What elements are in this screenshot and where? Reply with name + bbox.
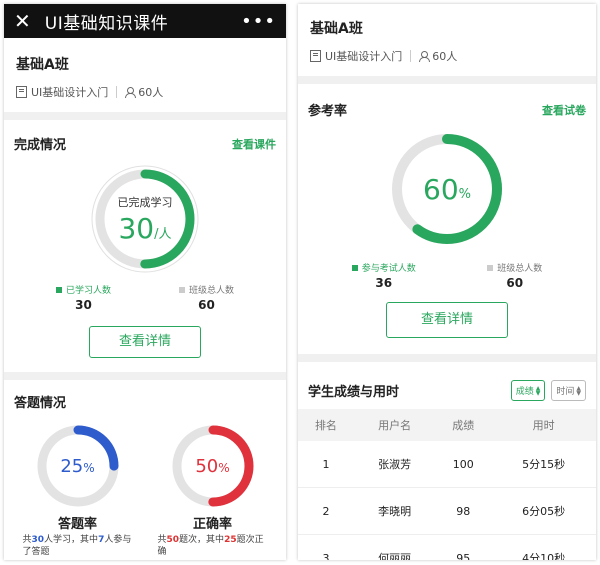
exam-takers-label: 参与考试人数	[361, 264, 416, 274]
cell-time: 6分05秒	[491, 487, 596, 535]
course-name: UI基础设计入门	[31, 86, 109, 99]
cell-time: 4分10秒	[491, 534, 596, 560]
cell-score: 100	[435, 441, 492, 488]
completion-ring: 已完成学习 30/人	[89, 163, 201, 275]
studied-stat: 已学习人数 30	[55, 283, 111, 312]
people-count: 60人	[138, 86, 164, 99]
answer-rate-ring: 25%	[35, 423, 121, 509]
ring-value: 30	[118, 211, 155, 245]
section-gap	[298, 76, 596, 84]
page-title: UI基础知识课件	[44, 13, 169, 34]
total-stat: 班级总人数 60	[487, 261, 542, 290]
scores-table: 排名 用户名 成绩 用时 1 张淑芳 100 5分15秒 2 李晓明 98 6分…	[298, 409, 596, 560]
cell-rank: 2	[298, 487, 354, 535]
sort-by-score-button[interactable]: 成绩 ▲ ▼	[510, 380, 546, 401]
cell-username: 李晓明	[353, 487, 436, 535]
close-icon[interactable]: ✕	[14, 11, 31, 31]
user-icon	[419, 50, 431, 62]
col-score: 成绩	[435, 409, 492, 441]
cell-score: 95	[435, 534, 492, 560]
divider	[116, 86, 118, 98]
book-icon	[310, 50, 321, 62]
answers-heading: 答题情况	[14, 396, 67, 411]
answer-rate-desc: 共30人学习，其中7人参与了答题	[22, 535, 132, 557]
answers-section: 答题情况 25% 答题率 共30人学习，其中7人参与了答题 50 % 正确率 共…	[4, 380, 286, 558]
user-icon	[125, 86, 137, 98]
ring-unit: /人	[154, 226, 172, 242]
people-count: 60人	[432, 50, 458, 63]
legend-square	[487, 264, 494, 271]
correct-rate: 50% 正确率 共50题次，其中25题次正确	[154, 423, 272, 558]
studied-value: 30	[75, 298, 92, 312]
total-stat: 班级总人数 60	[178, 283, 234, 312]
total-value: 60	[506, 276, 524, 290]
sort-arrows-icon: ▲ ▼	[576, 384, 581, 397]
cell-username: 何丽丽	[353, 534, 436, 560]
table-row[interactable]: 2 李晓明 98 6分05秒	[298, 487, 596, 535]
sort-score-label: 成绩	[515, 387, 534, 397]
correct-rate-ring: 50%	[170, 423, 256, 509]
answer-rate: 25% 答题率 共30人学习，其中7人参与了答题	[19, 423, 137, 558]
studied-label: 已学习人数	[65, 286, 111, 296]
cell-username: 张淑芳	[353, 441, 436, 488]
book-icon	[16, 86, 27, 98]
cell-rank: 3	[298, 534, 354, 560]
col-rank: 排名	[298, 409, 354, 441]
participation-value: 60	[423, 172, 459, 206]
exam-takers-stat: 参与考试人数 36	[351, 261, 416, 290]
exam-takers-value: 36	[375, 276, 393, 290]
total-label: 班级总人数	[188, 286, 234, 296]
cell-time: 5分15秒	[491, 441, 596, 488]
answer-rate-caption: 答题率	[57, 517, 97, 532]
more-icon[interactable]: •••	[241, 11, 276, 32]
table-header-row: 排名 用户名 成绩 用时	[298, 409, 596, 441]
view-exam-link[interactable]: 查看试卷	[542, 102, 586, 118]
left-screen: ✕ UI基础知识课件 ••• 基础A班 UI基础设计入门 60人 完成情况 查看…	[4, 4, 286, 560]
correct-rate-unit: %	[218, 461, 230, 475]
divider	[410, 50, 412, 62]
class-name: 基础A班	[310, 21, 363, 37]
col-time: 用时	[491, 409, 596, 441]
sort-time-label: 时间	[556, 387, 575, 397]
participation-section: 参考率 查看试卷 60% 参与考试人数 36 班级总人数 60 查看详情	[298, 84, 596, 338]
sort-arrows-icon: ▲ ▼	[535, 384, 541, 397]
scores-heading: 学生成绩与用时	[308, 385, 400, 400]
participation-ring: 60%	[385, 127, 509, 251]
correct-rate-value: 50	[195, 455, 219, 477]
legend-square	[55, 286, 62, 293]
total-value: 60	[198, 298, 215, 312]
section-gap	[4, 112, 286, 120]
sort-by-time-button[interactable]: 时间 ▲ ▼	[551, 380, 586, 401]
cell-rank: 1	[298, 441, 354, 488]
course-name: UI基础设计入门	[325, 50, 403, 63]
scores-section: 学生成绩与用时 成绩▲▼ 时间▲▼ 排名 用户名 成绩 用时 1 张淑芳	[298, 362, 596, 560]
section-gap	[4, 372, 286, 380]
correct-rate-caption: 正确率	[192, 517, 232, 532]
class-info: 基础A班 UI基础设计入门 60人	[4, 38, 286, 112]
table-row[interactable]: 1 张淑芳 100 5分15秒	[298, 441, 596, 488]
completion-heading: 完成情况	[14, 138, 67, 153]
answer-rate-unit: %	[83, 461, 95, 475]
legend-square	[178, 286, 185, 293]
answer-rate-value: 25	[60, 455, 84, 477]
class-name: 基础A班	[16, 57, 69, 73]
participation-unit: %	[458, 186, 471, 202]
legend-square	[351, 264, 358, 271]
class-info: 基础A班 UI基础设计入门 60人	[298, 4, 596, 76]
title-bar: ✕ UI基础知识课件 •••	[4, 4, 286, 38]
ring-label: 已完成学习	[117, 195, 173, 209]
section-gap	[298, 354, 596, 362]
correct-rate-desc: 共50题次，其中25题次正确	[157, 535, 264, 557]
right-screen: 基础A班 UI基础设计入门 60人 参考率 查看试卷 60% 参与考试人数 36…	[298, 4, 596, 560]
view-details-button[interactable]: 查看详情	[386, 302, 508, 338]
participation-heading: 参考率	[308, 104, 348, 119]
completion-section: 完成情况 查看课件 已完成学习 30/人 已学习人数 30 班级总人数 60 查…	[4, 120, 286, 358]
view-courseware-link[interactable]: 查看课件	[232, 136, 276, 152]
cell-score: 98	[435, 487, 492, 535]
table-row[interactable]: 3 何丽丽 95 4分10秒	[298, 534, 596, 560]
view-details-button[interactable]: 查看详情	[89, 326, 201, 358]
col-username: 用户名	[353, 409, 436, 441]
total-label: 班级总人数	[497, 264, 543, 274]
